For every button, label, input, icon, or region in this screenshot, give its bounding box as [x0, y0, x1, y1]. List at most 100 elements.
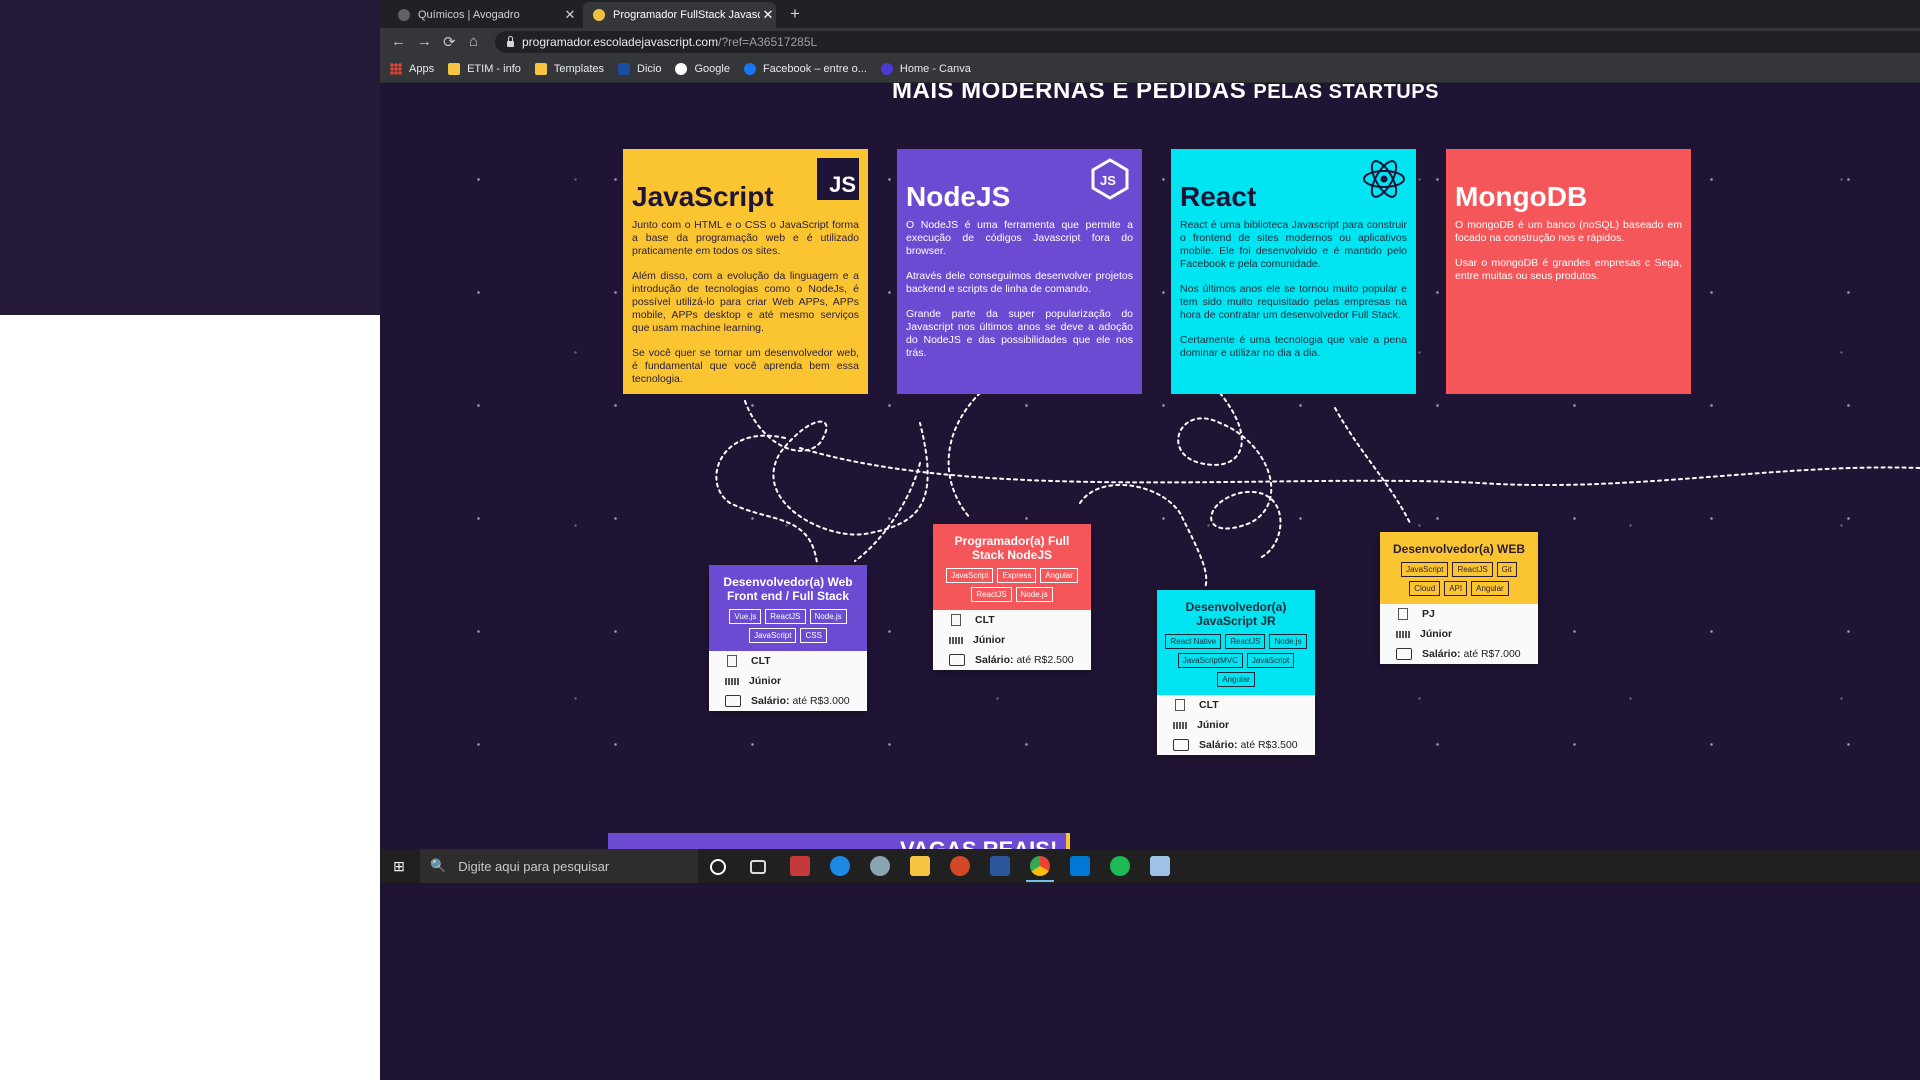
card-text: Além disso, com a evolução da linguagem … — [632, 270, 859, 334]
chrome-icon[interactable] — [1030, 856, 1050, 876]
level-text: Júnior — [1420, 628, 1453, 640]
edge-icon[interactable] — [830, 856, 850, 876]
job-tag: CSS — [800, 628, 827, 643]
tech-card-react: React React é uma biblioteca Javascript … — [1171, 149, 1416, 394]
bookmark-label: Google — [694, 63, 730, 75]
document-icon — [951, 614, 961, 626]
bookmark-google[interactable]: Google — [675, 63, 730, 75]
folder-icon — [534, 63, 547, 75]
home-icon[interactable]: ⌂ — [469, 33, 478, 50]
bookmark-dicio[interactable]: Dicio — [618, 63, 661, 75]
job-card[interactable]: Desenvolvedor(a) Web Front end / Full St… — [709, 565, 867, 711]
job-tag: Node.js — [1269, 634, 1307, 649]
job-card[interactable]: Desenvolvedor(a) WEB JavaScript ReactJS … — [1380, 532, 1538, 664]
salary-label: Salário: — [751, 695, 790, 707]
bookmark-label: Facebook – entre o... — [762, 63, 867, 75]
page-content: MAIS MODERNAS E PEDIDAS PELAS STARTUPS J… — [380, 83, 1920, 849]
task-view-icon[interactable] — [750, 860, 766, 874]
bookmark-label: Dicio — [637, 63, 662, 75]
new-tab-button[interactable]: + — [790, 4, 800, 24]
salary-value: até R$2.500 — [1016, 654, 1074, 666]
salary-label: Salário: — [1199, 739, 1238, 751]
google-icon — [675, 63, 688, 75]
money-icon — [1396, 648, 1412, 660]
job-tags: JavaScript Express Angular ReactJS Node.… — [939, 568, 1085, 602]
job-card[interactable]: Desenvolvedor(a) JavaScript JR React Nat… — [1157, 590, 1315, 755]
job-title: Desenvolvedor(a) WEB — [1392, 542, 1526, 556]
signal-bars-icon — [1396, 630, 1410, 638]
banner-title: VAGAS REAIS! — [900, 837, 1057, 849]
money-icon — [725, 695, 741, 707]
tech-card-nodejs: JS NodeJS O NodeJS é uma ferramenta que … — [897, 149, 1142, 394]
document-icon — [1398, 608, 1408, 620]
forward-icon[interactable]: → — [417, 33, 432, 50]
word-icon[interactable] — [990, 856, 1010, 876]
card-text: Grande parte da super popularização do J… — [906, 308, 1133, 359]
tab-programador[interactable]: Programador FullStack Javascript ✕ — [583, 2, 776, 28]
job-tag: Cloud — [1409, 581, 1441, 596]
salary-value: até R$3.500 — [1240, 739, 1298, 751]
svg-text:JS: JS — [1100, 173, 1116, 188]
job-tag: Express — [997, 568, 1037, 583]
job-contract: CLT — [709, 651, 867, 671]
reload-icon[interactable]: ⟳ — [443, 33, 456, 51]
signal-bars-icon — [1173, 721, 1187, 729]
job-salary: Salário: até R$7.000 — [1380, 644, 1538, 664]
job-tag: JavaScript — [1401, 562, 1449, 577]
job-card[interactable]: Programador(a) Full Stack NodeJS JavaScr… — [933, 524, 1091, 670]
tab-title: Químicos | Avogadro — [418, 9, 520, 21]
signal-bars-icon — [949, 636, 963, 644]
notes-icon[interactable] — [1150, 856, 1170, 876]
cortana-icon[interactable] — [710, 859, 726, 875]
canva-icon — [880, 63, 893, 75]
start-button[interactable]: ⊞ — [380, 849, 418, 883]
bookmark-facebook[interactable]: Facebook – entre o... — [743, 63, 867, 75]
salary-label: Salário: — [975, 654, 1014, 666]
job-title: Desenvolvedor(a) JavaScript JR — [1185, 600, 1287, 628]
card-text: Se você quer se tornar um desenvolvedor … — [632, 347, 859, 385]
job-tag: JavaScript — [946, 568, 994, 583]
level-text: Júnior — [749, 675, 782, 687]
job-tag: JavaScript — [749, 628, 797, 643]
job-tag: Node.js — [809, 609, 847, 624]
search-icon: 🔍 — [430, 858, 447, 873]
lock-icon[interactable] — [507, 36, 514, 47]
bookmarks-bar: Apps ETIM - info Templates Dicio Google … — [380, 56, 1920, 83]
vscode-icon[interactable] — [1070, 856, 1090, 876]
bookmark-canva[interactable]: Home - Canva — [880, 63, 971, 75]
address-bar[interactable]: programador.escoladejavascript.com /?ref… — [495, 31, 1920, 53]
job-tag: ReactJS — [765, 609, 806, 624]
tab-title: Programador FullStack Javascript — [613, 9, 760, 21]
back-icon[interactable]: ← — [391, 33, 406, 50]
job-tag: Angular — [1217, 672, 1255, 687]
job-salary: Salário: até R$3.500 — [1157, 735, 1315, 755]
tech-card-mongodb: MongoDB O mongoDB é um banco (noSQL) bas… — [1446, 149, 1691, 394]
tech-card-javascript: JS JavaScript Junto com o HTML e o CSS o… — [623, 149, 868, 394]
job-contract: PJ — [1380, 604, 1538, 624]
app-icon[interactable] — [870, 856, 890, 876]
card-title: MongoDB — [1455, 181, 1588, 212]
taskbar-search[interactable]: 🔍 Digite aqui para pesquisar — [420, 849, 698, 883]
close-tab-icon[interactable]: ✕ — [562, 7, 578, 23]
app-icon[interactable] — [790, 856, 810, 876]
bookmark-etim[interactable]: ETIM - info — [448, 63, 521, 75]
card-text: React é uma biblioteca Javascript para c… — [1180, 219, 1407, 270]
bookmark-apps[interactable]: Apps — [390, 63, 434, 75]
tab-quimicos[interactable]: Químicos | Avogadro ✕ — [388, 2, 578, 28]
facebook-icon — [743, 63, 756, 75]
job-level: Júnior — [1380, 624, 1538, 644]
job-tag: API — [1444, 581, 1468, 596]
bookmark-label: ETIM - info — [467, 63, 521, 75]
url-path: /?ref=A36517285L — [718, 35, 818, 49]
background-window — [0, 0, 380, 315]
job-title: Desenvolvedor(a) Web Front end / Full St… — [723, 575, 853, 603]
job-tags: React Native ReactJS Node.js JavaScriptM… — [1163, 634, 1309, 687]
signal-bars-icon — [725, 677, 739, 685]
react-logo-icon — [1363, 160, 1405, 198]
file-explorer-icon[interactable] — [910, 856, 930, 876]
powerpoint-icon[interactable] — [950, 856, 970, 876]
bookmark-templates[interactable]: Templates — [534, 63, 604, 75]
close-tab-icon[interactable]: ✕ — [760, 7, 776, 23]
spotify-icon[interactable] — [1110, 856, 1130, 876]
card-text: O NodeJS é uma ferramenta que permite a … — [906, 219, 1133, 257]
